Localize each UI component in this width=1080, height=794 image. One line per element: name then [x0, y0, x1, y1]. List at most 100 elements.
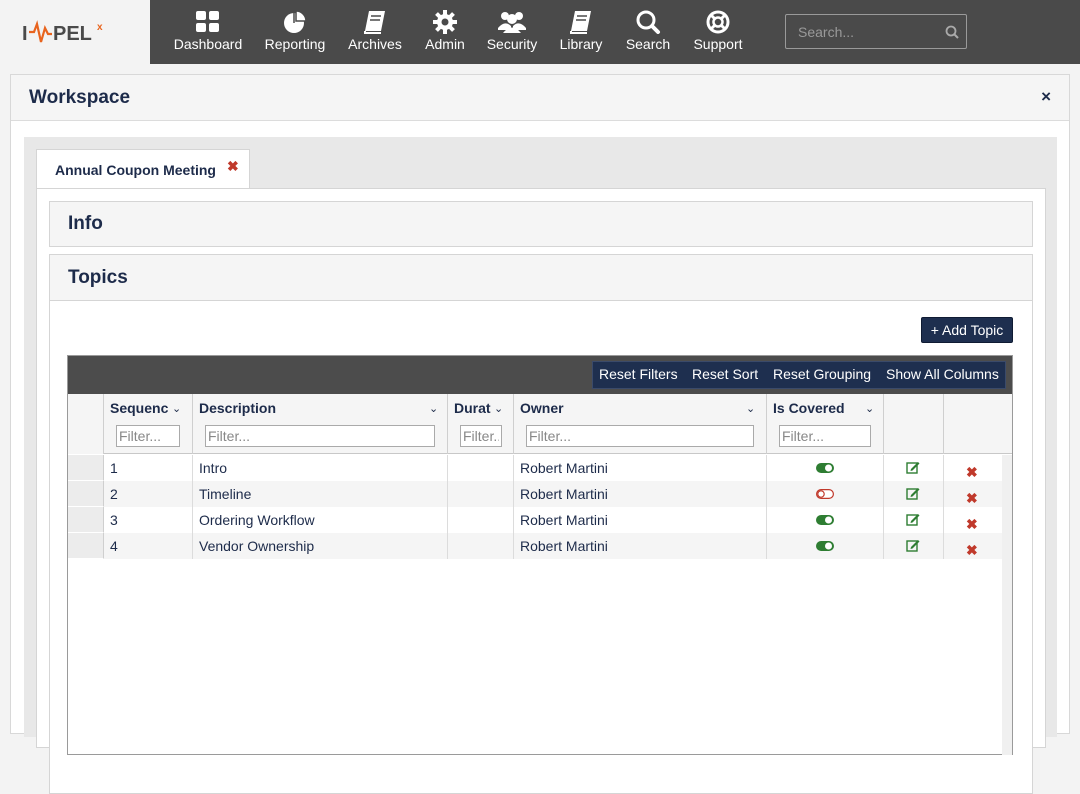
toggle-on-icon[interactable]	[816, 463, 834, 473]
gear-icon	[433, 10, 457, 34]
cell-owner: Robert Martini	[514, 455, 767, 481]
filter-input-owner[interactable]	[526, 425, 754, 447]
column-sequence[interactable]: Sequenc ⌄	[104, 394, 193, 454]
column-owner[interactable]: Owner ⌄	[514, 394, 767, 454]
column-menu-icon[interactable]: ⌄	[494, 402, 503, 415]
gutter-header	[68, 394, 104, 454]
impel-logo[interactable]: I PEL x	[22, 18, 106, 46]
search-icon[interactable]	[945, 25, 959, 39]
reset-grouping-button[interactable]: Reset Grouping	[773, 366, 871, 382]
cell-delete: ✖	[944, 533, 1002, 559]
cell-edit	[884, 533, 944, 559]
toggle-on-icon[interactable]	[816, 515, 834, 525]
cell-delete: ✖	[944, 481, 1002, 507]
nav-label: Dashboard	[173, 36, 243, 52]
chevron-down-icon[interactable]: ⌄	[429, 402, 438, 415]
show-all-columns-button[interactable]: Show All Columns	[886, 366, 999, 382]
chevron-down-icon[interactable]: ⌄	[746, 402, 755, 415]
book-icon	[570, 11, 591, 34]
nav-dashboard[interactable]: Dashboard	[170, 6, 246, 60]
cell-edit	[884, 455, 944, 481]
close-icon[interactable]: ×	[1041, 87, 1051, 107]
column-description[interactable]: Description ⌄	[193, 394, 448, 454]
cell-description: Timeline	[193, 481, 448, 507]
nav-archives[interactable]: Archives	[343, 6, 407, 60]
column-is-covered[interactable]: Is Covered ⌄	[767, 394, 884, 454]
chevron-down-icon[interactable]: ⌄	[865, 402, 874, 415]
svg-text:PEL: PEL	[53, 23, 92, 45]
row-gutter[interactable]	[68, 481, 104, 507]
filter-input-description[interactable]	[205, 425, 435, 447]
edit-icon[interactable]	[906, 461, 920, 474]
delete-icon[interactable]: ✖	[966, 537, 978, 563]
table-row[interactable]: 1 Intro Robert Martini ✖	[68, 455, 1002, 481]
section-title-topics: Topics	[68, 267, 128, 288]
grid-toolbar: Reset Filters Reset Sort Reset Grouping …	[68, 356, 1012, 394]
svg-text:x: x	[97, 22, 103, 33]
nav-admin[interactable]: Admin	[420, 6, 470, 60]
search-input[interactable]	[786, 15, 936, 48]
info-section[interactable]: Info	[49, 201, 1033, 247]
nav-label: Library	[559, 36, 603, 52]
column-title: Sequenc	[110, 400, 169, 416]
cell-duration	[448, 455, 514, 481]
tab-close-icon[interactable]: ✖	[227, 158, 239, 175]
workspace-title: Workspace	[29, 87, 131, 108]
filter-input-duration[interactable]	[460, 425, 502, 447]
cell-edit	[884, 481, 944, 507]
table-row[interactable]: 3 Ordering Workflow Robert Martini ✖	[68, 507, 1002, 533]
workspace-header: Workspace ×	[11, 75, 1069, 121]
column-menu-icon[interactable]: ⌄	[172, 402, 181, 415]
nav-label: Support	[693, 36, 743, 52]
section-title-info: Info	[68, 213, 103, 234]
nav-label: Search	[625, 36, 671, 52]
column-duration[interactable]: Durat ⌄	[448, 394, 514, 454]
cell-is-covered	[767, 533, 884, 559]
nav-label: Reporting	[264, 36, 326, 52]
nav-search[interactable]: Search	[622, 6, 674, 60]
cell-description: Vendor Ownership	[193, 533, 448, 559]
top-navigation-bar: I PEL x Dashboard Reporting Archives Adm…	[0, 0, 1080, 64]
users-icon	[498, 12, 526, 33]
global-search	[785, 14, 967, 49]
reset-sort-button[interactable]: Reset Sort	[692, 366, 758, 382]
column-edit	[884, 394, 944, 454]
topics-header[interactable]: Topics	[50, 255, 1032, 301]
column-delete	[944, 394, 1012, 454]
tab-annual-coupon-meeting[interactable]: Annual Coupon Meeting ✖	[36, 149, 250, 189]
edit-icon[interactable]	[906, 539, 920, 552]
row-gutter[interactable]	[68, 507, 104, 533]
cell-sequence: 3	[104, 507, 193, 533]
cell-owner: Robert Martini	[514, 481, 767, 507]
nav-library[interactable]: Library	[556, 6, 606, 60]
row-gutter[interactable]	[68, 533, 104, 559]
filter-input-is-covered[interactable]	[779, 425, 871, 447]
toggle-on-icon[interactable]	[816, 541, 834, 551]
table-row[interactable]: 2 Timeline Robert Martini ✖	[68, 481, 1002, 507]
cell-sequence: 4	[104, 533, 193, 559]
grid-header: Sequenc ⌄ Description ⌄ Durat ⌄	[68, 394, 1012, 454]
edit-icon[interactable]	[906, 487, 920, 500]
filter-input-sequence[interactable]	[116, 425, 180, 447]
nav-reporting[interactable]: Reporting	[260, 6, 330, 60]
tab-label: Annual Coupon Meeting	[55, 162, 216, 178]
cell-is-covered	[767, 455, 884, 481]
pie-chart-icon	[284, 10, 307, 33]
workspace-panel: Workspace × Annual Coupon Meeting ✖ Info…	[10, 74, 1070, 794]
topics-grid: Reset Filters Reset Sort Reset Grouping …	[67, 355, 1013, 755]
nav-support[interactable]: Support	[690, 6, 746, 60]
add-topic-button[interactable]: + Add Topic	[921, 317, 1013, 343]
table-row[interactable]: 4 Vendor Ownership Robert Martini ✖	[68, 533, 1002, 559]
nav-label: Admin	[425, 36, 465, 52]
grid-scrollbar[interactable]	[1002, 455, 1012, 755]
cell-duration	[448, 481, 514, 507]
nav-security[interactable]: Security	[484, 6, 540, 60]
column-title: Durat	[454, 400, 491, 416]
cell-sequence: 1	[104, 455, 193, 481]
cell-is-covered	[767, 507, 884, 533]
toggle-off-icon[interactable]	[816, 489, 834, 499]
cell-owner: Robert Martini	[514, 533, 767, 559]
row-gutter[interactable]	[68, 455, 104, 481]
edit-icon[interactable]	[906, 513, 920, 526]
reset-filters-button[interactable]: Reset Filters	[599, 366, 678, 382]
